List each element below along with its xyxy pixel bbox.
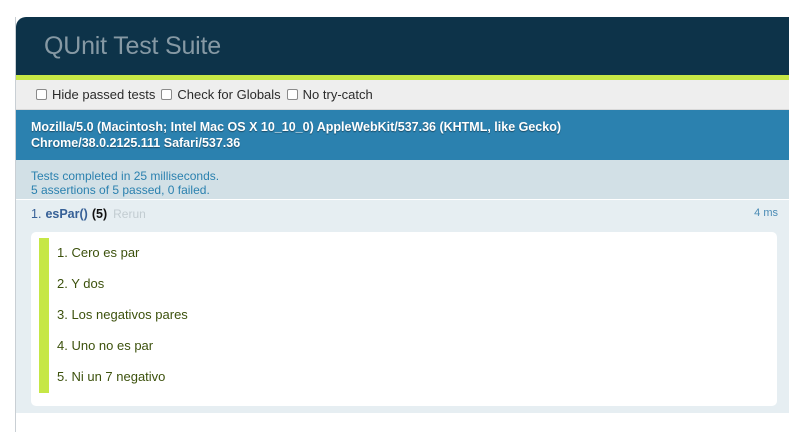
test-count: (5) bbox=[91, 207, 108, 221]
page-title[interactable]: QUnit Test Suite bbox=[44, 32, 221, 61]
assertion-item: 5. Ni un 7 negativo bbox=[57, 369, 166, 384]
check-globals-checkbox[interactable] bbox=[161, 89, 173, 100]
check-globals-option[interactable]: Check for Globals bbox=[161, 87, 281, 102]
test-name[interactable]: esPar() bbox=[45, 207, 87, 221]
rerun-link[interactable]: Rerun bbox=[113, 207, 146, 221]
user-agent: Mozilla/5.0 (Macintosh; Intel Mac OS X 1… bbox=[16, 110, 789, 160]
result-assertions: 5 assertions of 5 passed, 0 failed. bbox=[31, 183, 210, 197]
qunit-suite: QUnit Test Suite Hide passed tests Check… bbox=[15, 17, 789, 432]
no-try-catch-checkbox[interactable] bbox=[286, 89, 298, 100]
assertion-item: 3. Los negativos pares bbox=[57, 307, 188, 322]
assertion-item: 4. Uno no es par bbox=[57, 338, 154, 353]
hide-passed-option[interactable]: Hide passed tests bbox=[36, 87, 155, 102]
assertion-item: 1. Cero es par bbox=[57, 245, 140, 260]
check-globals-label[interactable]: Check for Globals bbox=[177, 87, 280, 102]
hide-passed-label[interactable]: Hide passed tests bbox=[52, 87, 155, 102]
test-number: 1. bbox=[31, 207, 42, 221]
test-item: 1. esPar() (5) Rerun 4 ms 1. Cero es par… bbox=[16, 200, 789, 413]
test-result-summary: Tests completed in 25 milliseconds. 5 as… bbox=[16, 160, 789, 200]
assertion-panel: 1. Cero es par 2. Y dos 3. Los negativos… bbox=[31, 232, 777, 406]
user-agent-line-2: Chrome/38.0.2125.111 Safari/537.36 bbox=[31, 136, 241, 150]
assertion-list: 1. Cero es par 2. Y dos 3. Los negativos… bbox=[39, 238, 777, 393]
header: QUnit Test Suite bbox=[16, 17, 789, 75]
toolbar: Hide passed tests Check for Globals No t… bbox=[16, 80, 789, 110]
assertion-item: 2. Y dos bbox=[57, 276, 105, 291]
user-agent-line-1: Mozilla/5.0 (Macintosh; Intel Mac OS X 1… bbox=[31, 120, 562, 134]
test-header[interactable]: 1. esPar() (5) Rerun bbox=[16, 204, 789, 224]
result-time: Tests completed in 25 milliseconds. bbox=[31, 169, 220, 183]
hide-passed-checkbox[interactable] bbox=[36, 89, 47, 100]
test-runtime: 4 ms bbox=[754, 207, 778, 219]
no-try-catch-option[interactable]: No try-catch bbox=[286, 87, 373, 102]
no-try-catch-label[interactable]: No try-catch bbox=[303, 87, 373, 102]
